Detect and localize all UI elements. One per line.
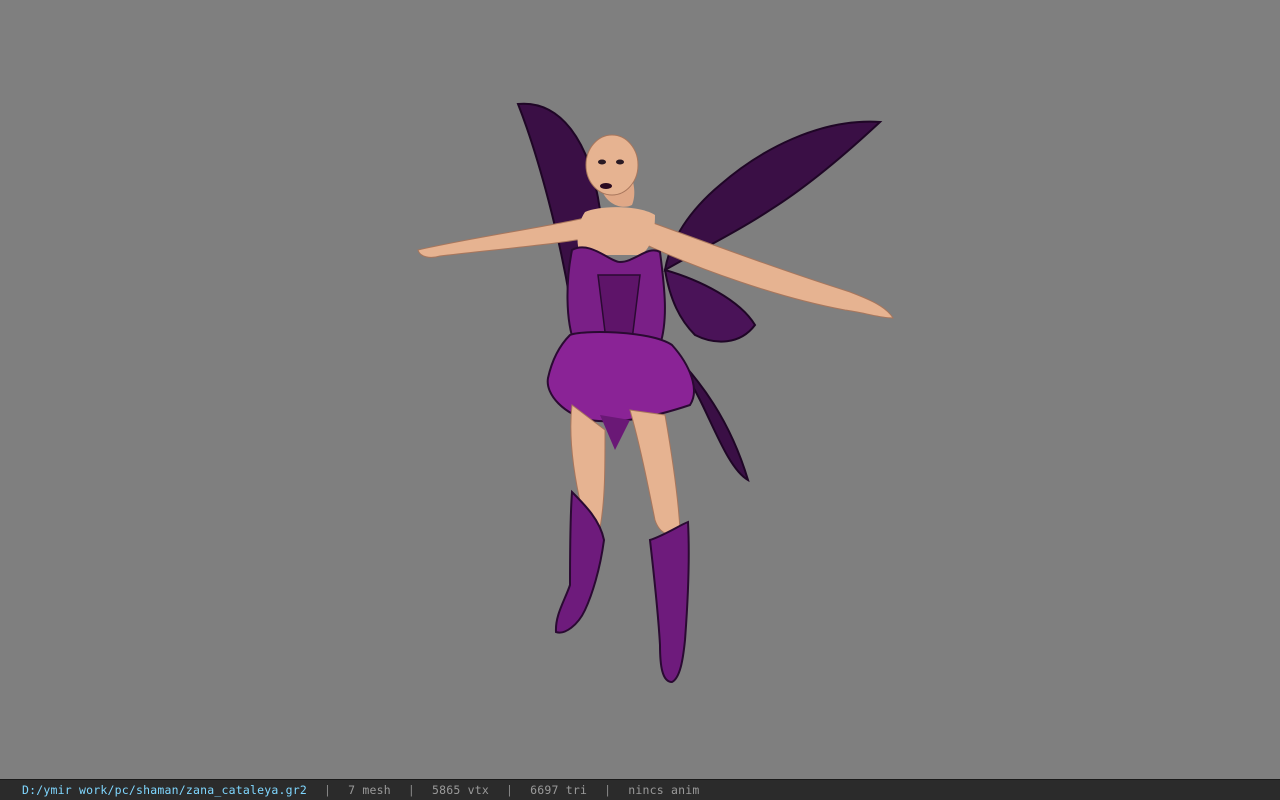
separator: | [604, 783, 612, 797]
right-leg [629, 409, 681, 535]
file-path: D:/ymir work/pc/shaman/zana_cataleya.gr2 [22, 783, 307, 797]
separator: | [323, 783, 332, 797]
separator: | [505, 783, 514, 797]
model-viewport[interactable] [0, 0, 1280, 779]
status-bar: D:/ymir work/pc/shaman/zana_cataleya.gr2… [0, 779, 1280, 800]
right-boot [648, 520, 690, 684]
mesh-count: 7 mesh [348, 783, 391, 797]
skirt [546, 331, 695, 423]
separator: | [407, 783, 415, 797]
triangle-count: 6697 tri [530, 783, 588, 797]
eye [598, 159, 606, 165]
animation-status: nincs anim [628, 783, 700, 797]
fairy-model-render [417, 102, 894, 684]
lips [600, 183, 612, 189]
vertex-count: 5865 vtx [431, 783, 489, 797]
eye [616, 159, 624, 165]
bodice-detail [597, 274, 641, 341]
